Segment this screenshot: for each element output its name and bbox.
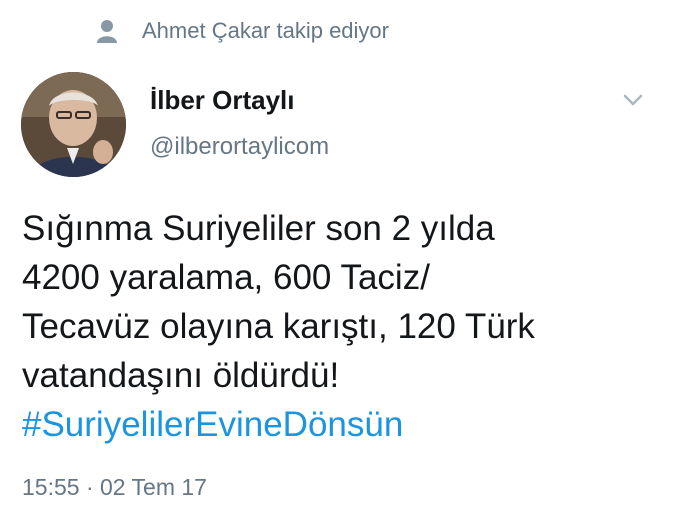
author-name[interactable]: İlber Ortaylı [150, 85, 295, 116]
tweet-line: Tecavüz olayına karıştı, 120 Türk [22, 307, 535, 346]
author-handle[interactable]: @ilberortaylicom [150, 133, 329, 161]
social-context[interactable]: Ahmet Çakar takip ediyor [96, 18, 389, 44]
tweet-line: vatandaşını öldürdü! [22, 356, 340, 395]
tweet-text: Sığınma Suriyeliler son 2 yılda 4200 yar… [22, 204, 672, 449]
avatar[interactable] [21, 72, 126, 177]
tweet-line: 4200 yaralama, 600 Taciz/ [22, 258, 430, 297]
tweet-line: Sığınma Suriyeliler son 2 yılda [22, 209, 495, 248]
context-label: Ahmet Çakar takip ediyor [142, 18, 389, 43]
hashtag-link[interactable]: #SuriyelilerEvineDönsün [22, 400, 672, 449]
chevron-down-icon[interactable] [622, 92, 644, 108]
tweet-timestamp[interactable]: 15:55 · 02 Tem 17 [22, 474, 207, 501]
person-icon [96, 19, 118, 43]
